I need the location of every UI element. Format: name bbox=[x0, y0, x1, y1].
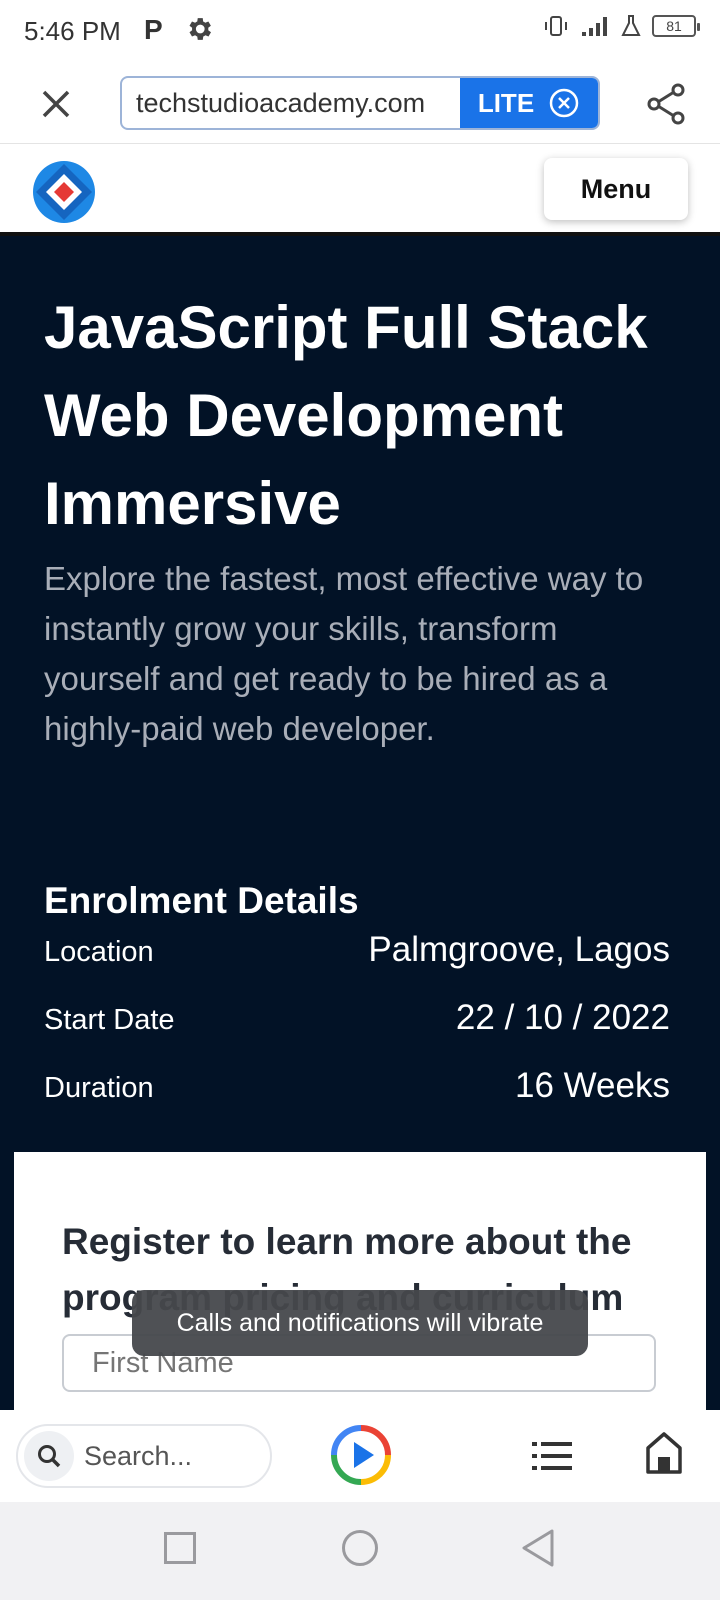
enrolment-row-location: Location Palmgroove, Lagos bbox=[44, 930, 670, 970]
toast-message: Calls and notifications will vibrate bbox=[176, 1308, 544, 1337]
settings-gear-icon bbox=[189, 18, 211, 40]
toast-notification: Calls and notifications will vibrate bbox=[132, 1290, 588, 1356]
lite-label: LITE bbox=[477, 87, 535, 118]
enrolment-label: Start Date bbox=[44, 1004, 175, 1036]
recents-icon[interactable] bbox=[164, 1532, 196, 1564]
home-nav-icon[interactable] bbox=[342, 1530, 378, 1566]
lite-mode-button[interactable]: LITE bbox=[460, 78, 598, 128]
site-logo[interactable] bbox=[32, 160, 96, 224]
browser-toolbar: techstudioacademy.com LITE bbox=[0, 64, 720, 144]
enrolment-row-duration: Duration 16 Weeks bbox=[44, 1066, 670, 1106]
menu-button[interactable]: Menu bbox=[544, 158, 688, 220]
enrolment-value: 16 Weeks bbox=[515, 1066, 670, 1105]
close-icon[interactable] bbox=[36, 84, 76, 124]
signal-icon bbox=[582, 17, 607, 36]
parking-notification-icon: P bbox=[144, 14, 163, 45]
play-logo-icon[interactable] bbox=[330, 1424, 392, 1486]
list-icon[interactable] bbox=[530, 1436, 574, 1476]
enrolment-row-start-date: Start Date 22 / 10 / 2022 bbox=[44, 998, 670, 1038]
lite-close-icon[interactable] bbox=[548, 87, 580, 119]
enrolment-value: Palmgroove, Lagos bbox=[368, 930, 670, 969]
browser-bottom-bar: Search... bbox=[0, 1410, 720, 1502]
search-icon bbox=[38, 1445, 61, 1468]
search-input[interactable]: Search... bbox=[16, 1424, 272, 1488]
enrolment-title: Enrolment Details bbox=[44, 880, 359, 921]
back-icon[interactable] bbox=[520, 1528, 556, 1568]
register-card: Register to learn more about the program… bbox=[14, 1152, 706, 1410]
system-nav-bar bbox=[0, 1502, 720, 1600]
search-icon-wrap bbox=[24, 1431, 74, 1481]
site-header: Menu bbox=[0, 144, 720, 236]
hero-description: Explore the fastest, most effective way … bbox=[44, 560, 644, 747]
enrolment-label: Duration bbox=[44, 1072, 154, 1104]
status-time: 5:46 PM bbox=[24, 16, 121, 46]
lab-flask-icon bbox=[621, 15, 641, 36]
share-icon[interactable] bbox=[646, 82, 688, 126]
enrolment-value: 22 / 10 / 2022 bbox=[455, 998, 670, 1037]
status-bar: 5:46 PM P 81 bbox=[0, 0, 720, 64]
home-icon[interactable] bbox=[644, 1430, 684, 1476]
vibrate-icon bbox=[545, 16, 567, 36]
address-bar[interactable]: techstudioacademy.com LITE bbox=[120, 76, 600, 130]
page-title: JavaScript Full Stack Web Development Im… bbox=[44, 294, 648, 537]
url-text[interactable]: techstudioacademy.com bbox=[122, 78, 460, 128]
enrolment-label: Location bbox=[44, 936, 154, 968]
battery-icon: 81 bbox=[652, 15, 700, 37]
status-icons: 81 bbox=[542, 14, 700, 38]
search-placeholder[interactable]: Search... bbox=[84, 1441, 192, 1472]
